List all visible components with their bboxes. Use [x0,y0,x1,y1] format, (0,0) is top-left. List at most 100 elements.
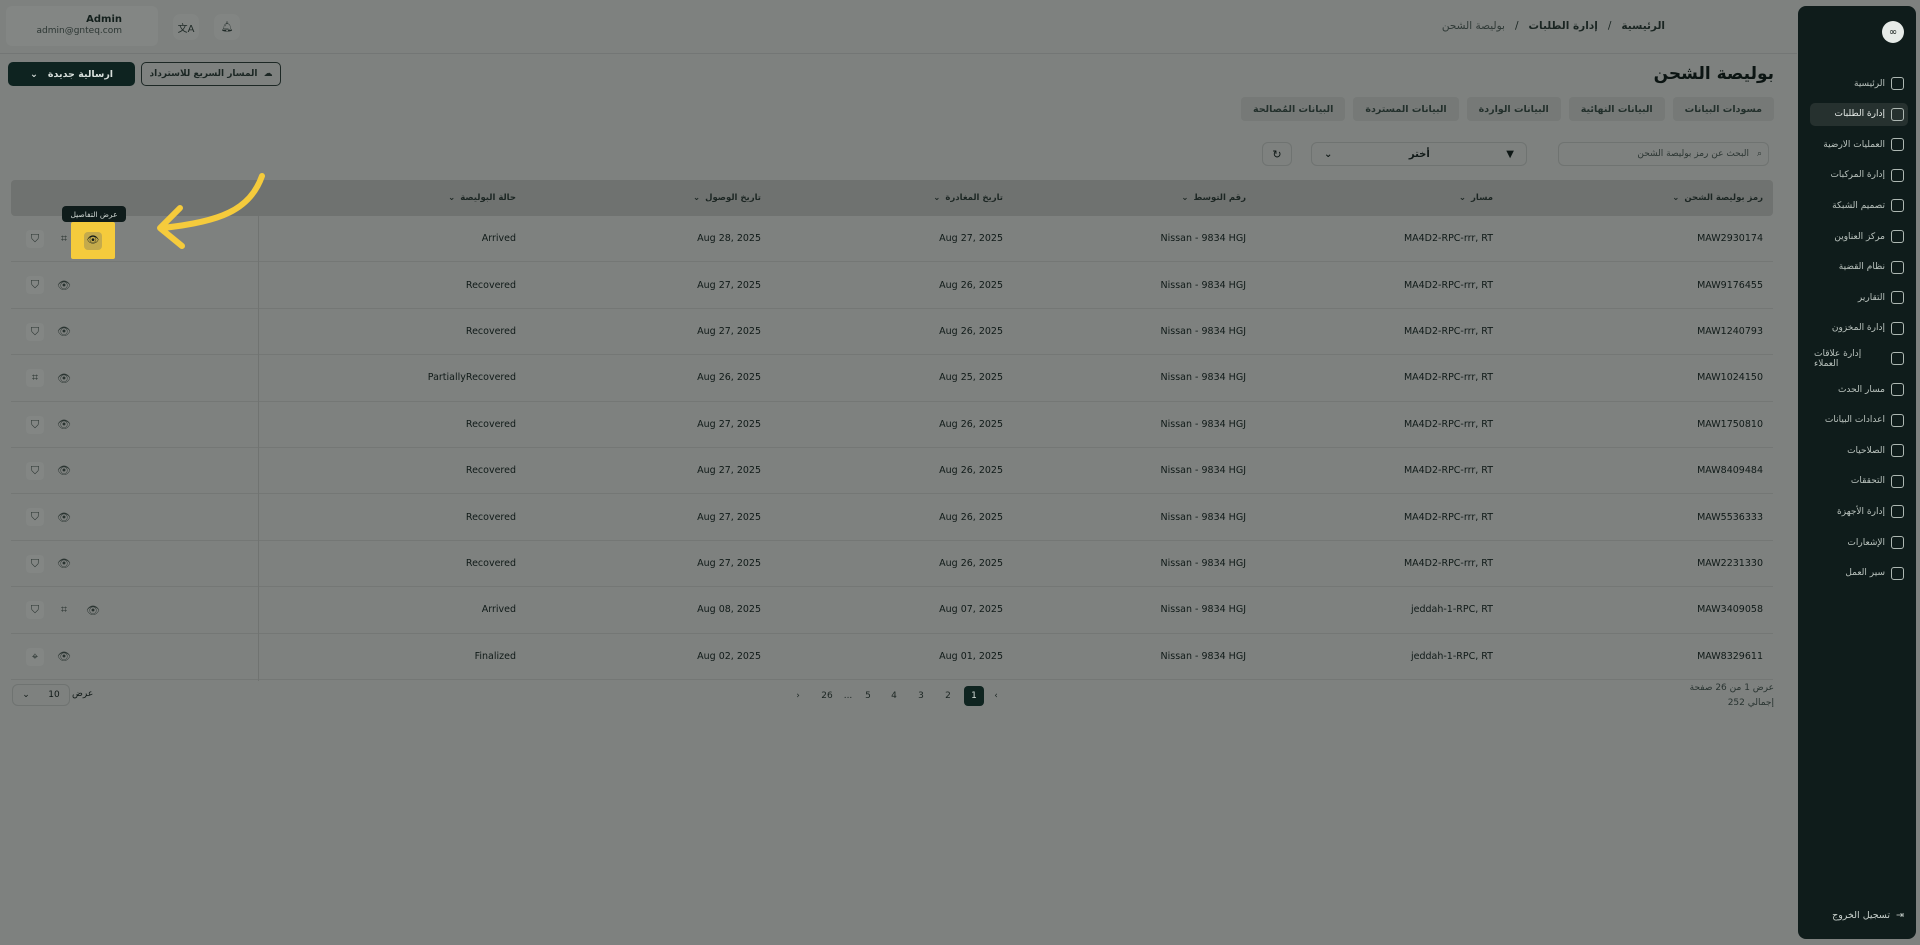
page-3[interactable]: 3 [911,686,931,706]
eye-icon[interactable]: 👁︎ [55,323,73,341]
per-page-select[interactable]: ⌄ 10 [12,684,70,706]
eye-icon[interactable]: 👁︎ [55,276,73,294]
eye-icon[interactable]: 👁︎ [55,508,73,526]
tab-final[interactable]: البيانات النهائية [1568,97,1665,121]
sidebar-item-label: التقارير [1857,292,1885,303]
sidebar-item-10[interactable]: مسار الحدث [1810,378,1908,401]
eye-icon[interactable]: 👁︎ [55,648,73,666]
location-icon[interactable]: ⌖ [26,647,44,666]
table-row[interactable]: MAW1240793 MA4D2-RPC-rrr, RT Nissan - 9834… [11,309,1773,356]
prev-page-button[interactable]: ‹ [986,686,1006,706]
shield-icon[interactable]: ⛉ [26,230,44,248]
header-vehicle[interactable]: رقم التوسط ⌄ [1181,193,1246,203]
cell-departure: Aug 26, 2025 [939,465,1003,477]
sidebar-item-15[interactable]: الإشعارات [1810,531,1908,554]
cell-vehicle: Nissan - 9834 HGJ [1160,372,1246,384]
shipments-table: رمز بوليصة الشحن ⌄ مسار ⌄ رقم التوسط ⌄ تاري… [11,180,1773,680]
cell-status: PartiallyRecovered [427,372,516,384]
page-2[interactable]: 2 [938,686,958,706]
header-status[interactable]: حالة البوليصة ⌄ [448,193,516,203]
quick-route-button[interactable]: ☁ المسار السريع للاسترداد [141,62,281,86]
breadcrumb-home[interactable]: الرئيسية [1621,20,1665,32]
logout-button[interactable]: ⇥ تسجيل الخروج [1810,904,1908,926]
sidebar-item-6[interactable]: نظام القضية [1810,256,1908,279]
page-5[interactable]: 5 [858,686,878,706]
sidebar-item-0[interactable]: الرئيسية [1810,72,1908,95]
user-menu[interactable]: Admin admin@gnteq.com [6,6,158,46]
sidebar-item-5[interactable]: مركز العناوين [1810,225,1908,248]
breadcrumb: الرئيسية / إدارة الطلبات / بوليصة الشحن [1442,20,1665,32]
header-code[interactable]: رمز بوليصة الشحن ⌄ [1672,193,1763,203]
tab-drafts[interactable]: مسودات البيانات [1672,97,1774,121]
shield-icon[interactable]: ⛉ [26,415,44,434]
table-row[interactable]: MAW1750810 MA4D2-RPC-rrr, RT Nissan - 9834… [11,402,1773,448]
table-row[interactable]: MAW8329611 jeddah-1-RPC, RT Nissan - 9834 … [11,634,1773,680]
tab-reconciled[interactable]: البيانات المُصالحة [1240,97,1346,121]
cell-code: MAW1750810 [1697,418,1763,430]
header-arrival[interactable]: تاريخ الوصول ⌄ [693,193,761,203]
cell-vehicle: Nissan - 9834 HGJ [1160,604,1246,616]
header-departure[interactable]: تاريخ المغادرة ⌄ [933,193,1003,203]
sidebar-item-4[interactable]: تصميم الشبكة [1810,194,1908,217]
pagination-info: عرض 1 من 26 صفحة إجمالي 252 [1690,681,1774,711]
table-row[interactable]: MAW2231330 MA4D2-RPC-rrr, RT Nissan - 9834… [11,541,1773,588]
tab-incoming[interactable]: البيانات الواردة [1466,97,1561,121]
sidebar-item-icon [1891,138,1904,152]
shield-icon[interactable]: ⛉ [26,322,44,341]
breadcrumb-orders[interactable]: إدارة الطلبات [1528,20,1597,32]
sidebar-item-3[interactable]: إدارة المركبات [1810,164,1908,187]
table-row[interactable]: MAW8409484 MA4D2-RPC-rrr, RT Nissan - 9834… [11,448,1773,495]
sidebar-item-7[interactable]: التقارير [1810,286,1908,309]
page-26[interactable]: 26 [817,686,837,706]
sidebar-item-1[interactable]: إدارة الطلبات [1810,102,1908,126]
eye-icon[interactable]: 👁︎ [84,601,102,619]
table-row[interactable]: MAW9176455 MA4D2-RPC-rrr, RT Nissan - 9834… [11,262,1773,309]
sidebar-item-2[interactable]: العمليات الارضية [1810,133,1908,156]
next-page-button[interactable]: › [788,686,808,706]
page-1[interactable]: 1 [964,686,984,706]
search-input[interactable]: ⌕ البحث عن رمز بوليصة الشحن [1558,142,1769,166]
sidebar-item-12[interactable]: الصلاحيات [1810,439,1908,462]
sidebar-item-14[interactable]: إدارة الأجهزة [1810,500,1908,523]
tab-recovered[interactable]: البيانات المستردة [1353,97,1459,121]
cloud-icon: ☁ [263,69,273,79]
table-row[interactable]: MAW1024150 MA4D2-RPC-rrr, RT Nissan - 9834… [11,355,1773,402]
bell-icon[interactable]: 🔔︎ [214,14,240,40]
shield-icon[interactable]: ⛉ [26,276,44,295]
sidebar-item-13[interactable]: التحققات [1810,470,1908,493]
header-route[interactable]: مسار ⌄ [1459,193,1493,203]
new-shipment-button[interactable]: ارسالية جديدة ⌄ [8,62,135,86]
eye-icon[interactable]: 👁︎ [55,416,73,434]
shield-icon[interactable]: ⛉ [26,461,44,480]
shield-icon[interactable]: ⛉ [26,508,44,527]
shield-icon[interactable]: ⛉ [26,554,44,573]
sidebar-item-9[interactable]: إدارة علاقات العملاء [1810,347,1908,370]
cell-status: Recovered [465,465,516,477]
eye-icon[interactable]: 👁︎ [55,462,73,480]
cell-departure: Aug 26, 2025 [939,557,1003,569]
cell-vehicle: Nissan - 9834 HGJ [1160,511,1246,523]
sidebar-item-icon [1891,352,1904,366]
scan-icon[interactable]: ⌗ [55,601,73,619]
sidebar-item-icon [1891,413,1904,427]
cell-vehicle: Nissan - 9834 HGJ [1160,233,1246,245]
sidebar-item-16[interactable]: سير العمل [1810,562,1908,585]
table-row[interactable]: MAW5536333 MA4D2-RPC-rrr, RT Nissan - 9834… [11,494,1773,541]
app-logo[interactable]: ∞ [1882,21,1904,43]
table-row[interactable]: MAW2930174 MA4D2-RPC-rrr, RT Nissan - 9834… [11,216,1773,263]
cell-route: MA4D2-RPC-rrr, RT [1403,233,1493,245]
eye-icon: 👁︎ [84,231,102,250]
highlighted-view-button[interactable]: 👁︎ [71,222,115,259]
page-4[interactable]: 4 [884,686,904,706]
eye-icon[interactable]: 👁︎ [55,369,73,387]
scan-icon[interactable]: ⌗ [26,369,44,388]
sidebar-item-11[interactable]: اعدادات البيانات [1810,409,1908,432]
status-select[interactable]: ⌄ أختر ▼ [1311,142,1527,166]
sidebar-item-8[interactable]: إدارة المخزون [1810,317,1908,340]
cell-route: MA4D2-RPC-rrr, RT [1403,511,1493,523]
translate-icon[interactable]: 文A [173,14,199,40]
shield-icon[interactable]: ⛉ [26,601,44,620]
eye-icon[interactable]: 👁︎ [55,555,73,573]
refresh-button[interactable]: ↻ [1262,142,1292,166]
table-row[interactable]: MAW3409058 jeddah-1-RPC, RT Nissan - 9834 … [11,587,1773,634]
